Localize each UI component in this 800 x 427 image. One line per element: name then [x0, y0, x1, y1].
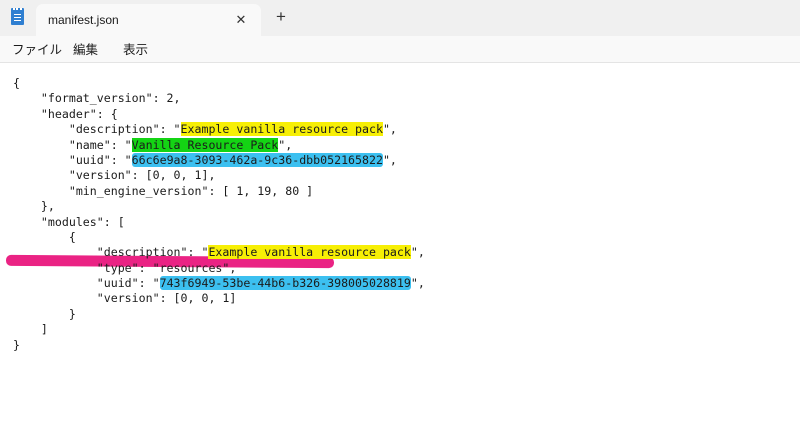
new-tab-icon[interactable]: +	[270, 6, 292, 28]
code-line: "min_engine_version": [ 1, 19, 80 ]	[13, 184, 425, 199]
code-text: "version": [0, 0, 1],	[13, 168, 216, 183]
code-text: "description": "	[13, 245, 209, 260]
notepad-icon	[11, 8, 24, 25]
code-text: "uuid": "	[13, 276, 160, 291]
code-line: "version": [0, 0, 1],	[13, 168, 425, 183]
code-line: ]	[13, 322, 425, 337]
code-line: "uuid": "66c6e9a8-3093-462a-9c36-dbb0521…	[13, 152, 425, 168]
code-line: },	[13, 199, 425, 214]
code-text: }	[13, 337, 20, 352]
code-line: }	[13, 307, 425, 322]
code-line: "description": "Example vanilla resource…	[13, 245, 425, 260]
code-text: {	[13, 229, 76, 244]
code-line: "format_version": 2,	[13, 91, 425, 106]
text-editor[interactable]: { "format_version": 2, "header": { "desc…	[0, 63, 800, 427]
code-line: "type": "resources",	[13, 261, 425, 276]
code-text: "uuid": "	[13, 152, 132, 167]
code-text: {	[13, 76, 20, 90]
code-line: "modules": [	[13, 215, 425, 230]
code-text: "type": "resources",	[13, 260, 237, 275]
code-text: "version": [0, 0, 1]	[13, 291, 237, 306]
code-line: "description": "Example vanilla resource…	[13, 122, 425, 137]
code-text: "header": {	[13, 106, 118, 121]
code-line: "version": [0, 0, 1]	[13, 291, 425, 306]
code-line: "header": {	[13, 107, 425, 122]
highlighted-text: 66c6e9a8-3093-462a-9c36-dbb052165822	[131, 152, 383, 167]
highlighted-text: Vanilla Resource Pack	[131, 137, 279, 152]
title-bar: manifest.json ✕ +	[0, 0, 800, 36]
tab-title: manifest.json	[48, 13, 119, 27]
code-line: {	[13, 230, 425, 245]
code-text: "name": "	[13, 137, 132, 152]
menu-bar: ファイル 編集 表示	[0, 36, 800, 63]
code-text: ]	[13, 322, 48, 337]
menu-edit[interactable]: 編集	[73, 39, 98, 58]
code-text: }	[13, 306, 76, 321]
code-text: ",	[278, 137, 293, 152]
highlighted-text: Example vanilla resource pack	[180, 122, 383, 137]
highlighted-text: Example vanilla resource pack	[208, 245, 411, 260]
code-text: ",	[410, 276, 425, 291]
code-text: },	[13, 199, 55, 214]
code-text: ",	[410, 245, 425, 260]
code-text: "description": "	[13, 122, 181, 137]
code-line: {	[13, 76, 425, 91]
code-text: "modules": [	[13, 214, 125, 229]
code-line: }	[13, 338, 425, 353]
close-tab-icon[interactable]: ✕	[231, 10, 251, 30]
code-line: "uuid": "743f6949-53be-44b6-b326-3980050…	[13, 276, 425, 291]
highlighted-text: 743f6949-53be-44b6-b326-398005028819	[159, 276, 411, 291]
code-text: "min_engine_version": [ 1, 19, 80 ]	[13, 183, 314, 198]
menu-file[interactable]: ファイル	[12, 39, 62, 58]
code-line: "name": "Vanilla Resource Pack",	[13, 137, 425, 153]
code-text: ",	[382, 152, 397, 167]
code-content: { "format_version": 2, "header": { "desc…	[13, 76, 425, 353]
code-text: ",	[382, 122, 397, 137]
code-text: "format_version": 2,	[13, 91, 181, 106]
menu-view[interactable]: 表示	[123, 39, 148, 58]
tab-manifest[interactable]: manifest.json ✕	[36, 4, 261, 36]
